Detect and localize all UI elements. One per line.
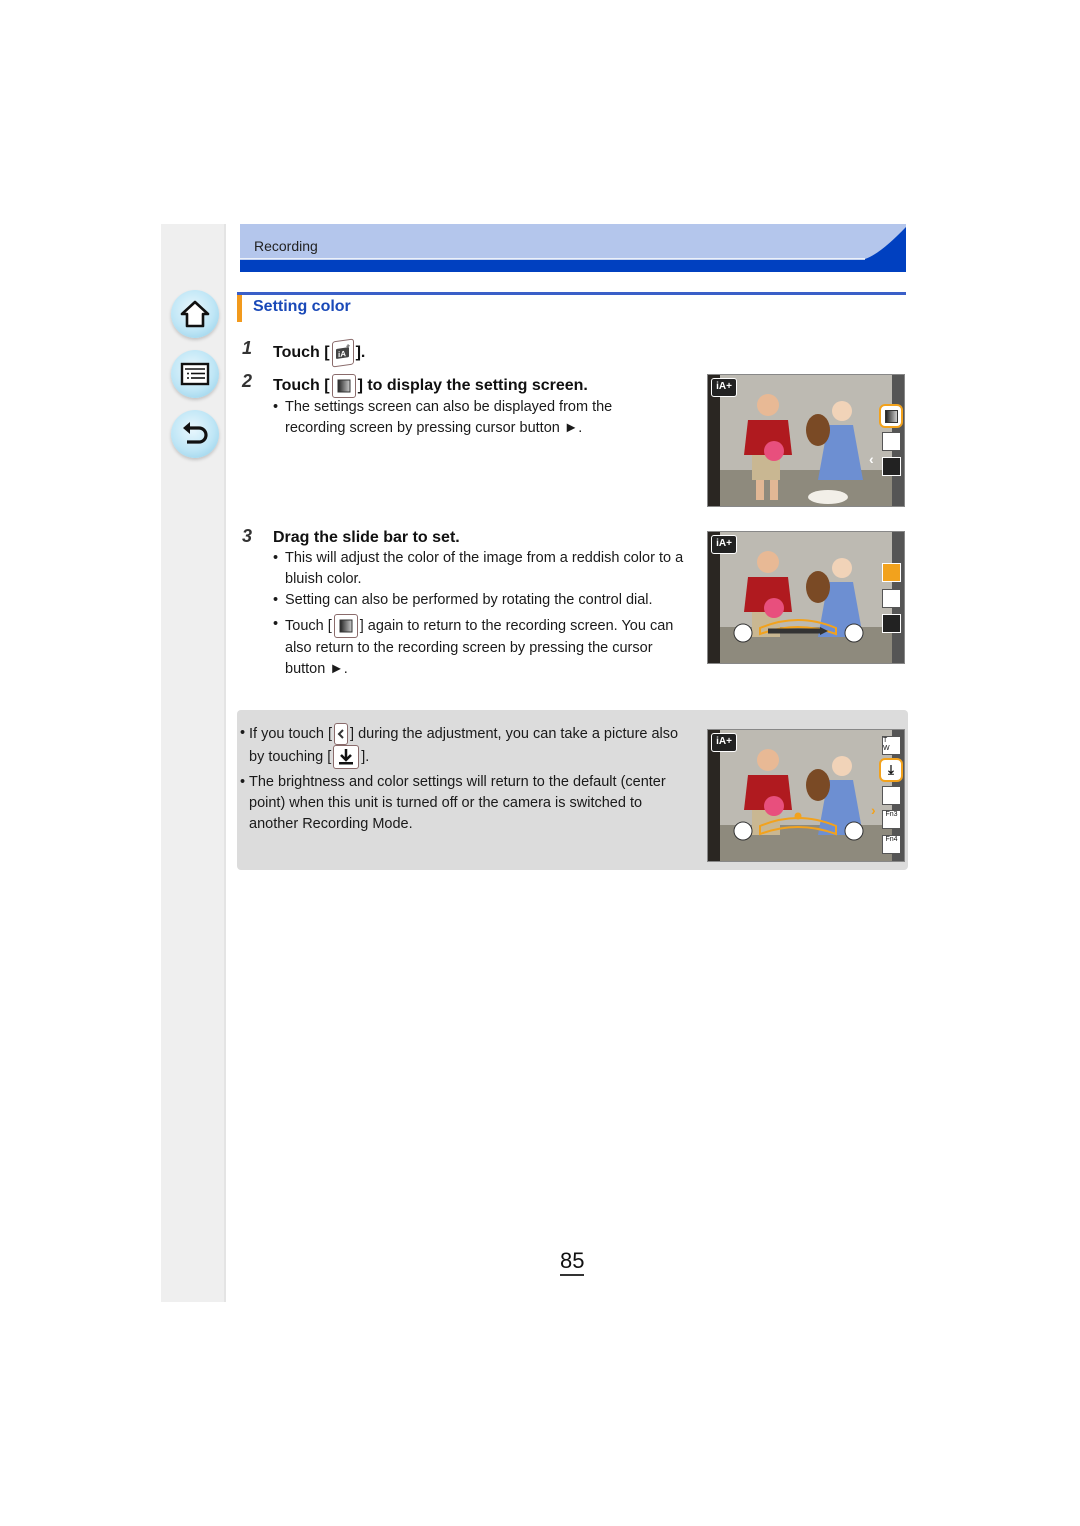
zoom-t-label: T <box>883 737 888 744</box>
section-title: Setting color <box>253 298 351 315</box>
step-2-notes: The settings screen can also be displaye… <box>273 397 673 439</box>
brightness-setting-button[interactable] <box>882 786 901 805</box>
color-setting-button-active[interactable] <box>882 563 901 582</box>
color-setting-icon <box>885 410 898 423</box>
fn3-button[interactable]: Fn3 <box>882 810 901 829</box>
fn4-button[interactable]: Fn4 <box>882 835 901 854</box>
contents-button[interactable] <box>171 350 219 398</box>
hand-gesture-illustration <box>768 616 888 663</box>
step-1-title: Touch [ iA + ]. <box>273 338 366 368</box>
brightness-setting-button[interactable] <box>882 432 901 451</box>
camera-preview-image <box>720 375 904 506</box>
mode-badge[interactable]: iA+ <box>711 733 737 752</box>
svg-text:+: + <box>346 343 350 351</box>
chapter-banner: Recording <box>240 224 906 272</box>
step-3-bullet: Touch [] again to return to the recordin… <box>273 614 693 680</box>
note-text: If you touch [] during the adjustment, y… <box>240 723 685 835</box>
step-1-title-pre: Touch [ <box>273 344 330 362</box>
step-2-title-pre: Touch [ <box>273 377 330 395</box>
bullet-text: Touch [ <box>285 617 332 634</box>
intelligent-auto-plus-icon: iA + <box>331 338 354 368</box>
home-icon <box>180 300 210 328</box>
step-number-1: 1 <box>242 338 253 358</box>
camera-screen-2: iA+ <box>707 531 905 664</box>
note-bullet: The brightness and color settings will r… <box>240 772 685 835</box>
zoom-button[interactable]: TW <box>882 736 901 755</box>
color-setting-button-highlighted[interactable] <box>879 404 903 428</box>
home-button[interactable] <box>171 290 219 338</box>
svg-text:iA: iA <box>338 349 346 359</box>
section-accent <box>237 295 242 322</box>
page-number: 85 <box>560 1250 585 1276</box>
mode-badge[interactable]: iA+ <box>711 378 737 397</box>
zoom-w-label: W <box>883 745 890 752</box>
step-number-2: 2 <box>242 371 253 391</box>
tab-close-icon[interactable]: › <box>871 802 876 818</box>
step-3-bullet: This will adjust the color of the image … <box>273 548 693 590</box>
note-bullet: If you touch [] during the adjustment, y… <box>240 723 685 769</box>
return-arrow-icon <box>183 422 208 444</box>
step-2-title: Touch [ ] to display the setting screen. <box>273 374 588 398</box>
step-number-3: 3 <box>242 526 253 546</box>
tab-open-icon[interactable]: ‹ <box>869 451 874 467</box>
step-3-title: Drag the slide bar to set. <box>273 529 460 546</box>
bullet-text: If you touch [ <box>249 725 333 742</box>
shutter-button-highlighted[interactable]: ⤓ <box>879 758 903 782</box>
exposure-compensation-button[interactable] <box>882 457 901 476</box>
color-setting-icon <box>331 374 356 398</box>
shutter-button-icon <box>333 745 360 769</box>
color-setting-icon <box>333 614 358 638</box>
camera-screen-3: iA+ TW ⤓ Fn3 Fn4 › <box>707 729 905 862</box>
back-button[interactable] <box>171 410 219 458</box>
step-3-notes: This will adjust the color of the image … <box>273 548 693 680</box>
list-icon <box>180 362 210 386</box>
camera-screen-1: iA+ ‹ <box>707 374 905 507</box>
section-rule <box>237 292 906 295</box>
tab-arrow-icon <box>334 723 349 745</box>
chapter-label: Recording <box>254 238 318 254</box>
bullet-text: ]. <box>361 748 370 765</box>
mode-badge[interactable]: iA+ <box>711 535 737 554</box>
step-1-title-post: ]. <box>355 344 366 362</box>
step-2-bullet: The settings screen can also be displaye… <box>273 397 673 439</box>
brightness-setting-button[interactable] <box>882 589 901 608</box>
camera-preview-image <box>720 730 904 861</box>
slider-knob <box>794 812 802 820</box>
step-3-bullet: Setting can also be performed by rotatin… <box>273 590 693 611</box>
step-2-title-post: ] to display the setting screen. <box>357 377 588 395</box>
